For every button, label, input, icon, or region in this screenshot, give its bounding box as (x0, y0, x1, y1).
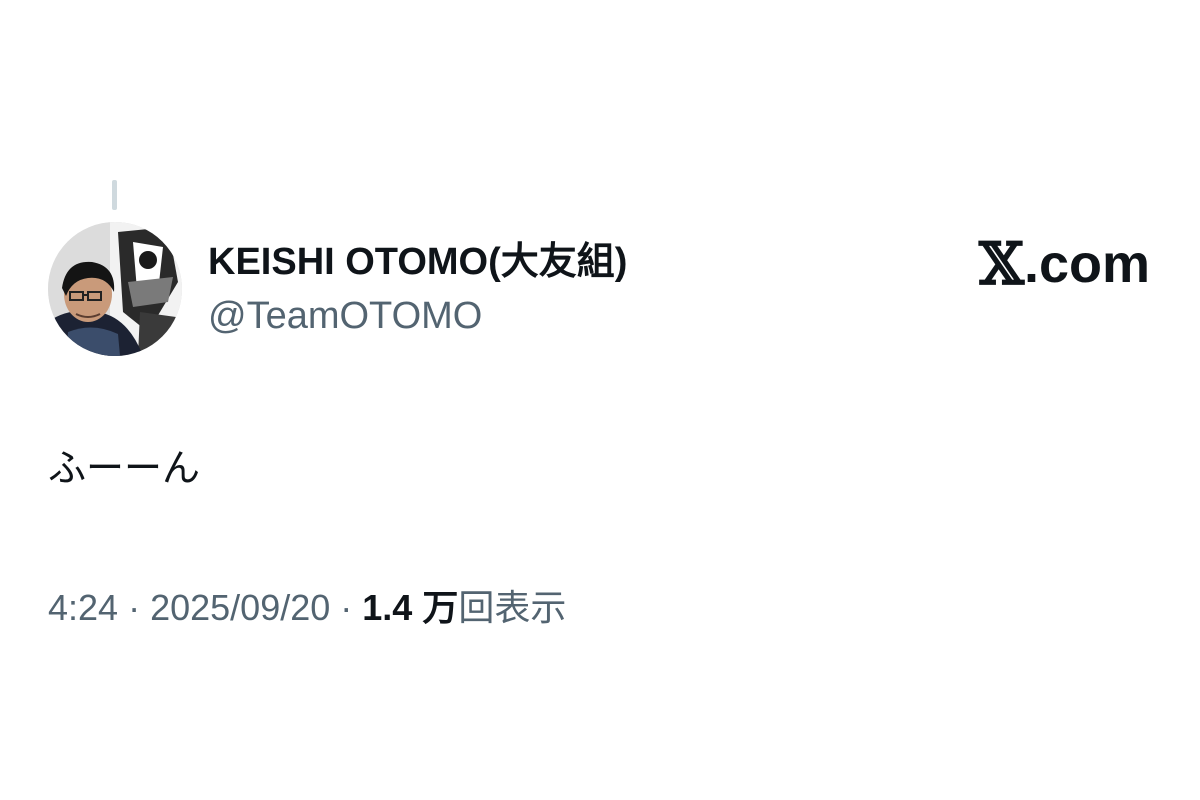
meta-separator: · (128, 587, 141, 628)
author-display-name[interactable]: KEISHI OTOMO(大友組) (208, 238, 627, 286)
author-block: KEISHI OTOMO(大友組) @TeamOTOMO (208, 238, 627, 340)
tweet-metadata: 4:24 · 2025/09/20 · 1.4 万回表示 (48, 584, 566, 632)
tweet-time[interactable]: 4:24 (48, 587, 118, 628)
tweet-date[interactable]: 2025/09/20 (150, 587, 330, 628)
meta-separator: · (340, 587, 353, 628)
tweet-text: ふーーん (48, 446, 201, 490)
avatar[interactable] (48, 222, 182, 356)
x-logo-icon: 𝕏 (978, 230, 1024, 298)
author-handle[interactable]: @TeamOTOMO (208, 292, 627, 340)
views-count: 1.4 万 (362, 587, 459, 628)
brand-domain-suffix: .com (1023, 234, 1150, 294)
thread-connector-line (112, 180, 117, 210)
avatar-image (48, 222, 182, 356)
tweet-card: KEISHI OTOMO(大友組) @TeamOTOMO 𝕏 .com ふーーん… (0, 0, 1200, 800)
x-brand-logo: 𝕏 .com (979, 232, 1150, 296)
views-label: 回表示 (458, 587, 567, 628)
